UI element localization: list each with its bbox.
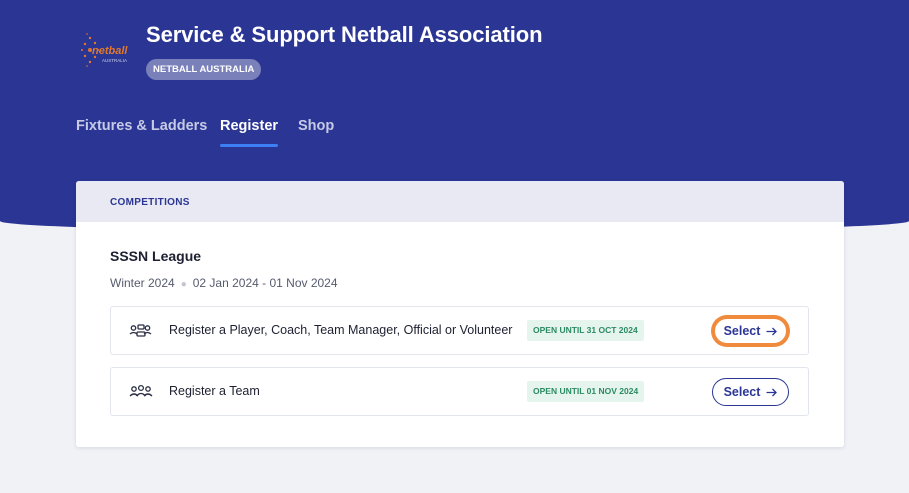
nav-register-label: Register [220, 118, 279, 134]
nav-active-underline [220, 144, 279, 147]
registration-label: Register a Team [169, 384, 260, 398]
nav-fixtures-ladders[interactable]: Fixtures & Ladders [76, 118, 207, 144]
organisation-title: Service & Support Netball Association [146, 22, 543, 47]
competitions-header: COMPETITIONS [76, 181, 844, 222]
select-button[interactable]: Select [714, 318, 787, 344]
registration-label: Register a Player, Coach, Team Manager, … [169, 323, 513, 337]
arrow-right-icon [766, 327, 778, 335]
status-badge: OPEN UNTIL 01 NOV 2024 [527, 381, 645, 402]
select-button-label: Select [723, 324, 761, 338]
status-badge: OPEN UNTIL 31 OCT 2024 [527, 320, 644, 341]
registration-row-individual: Register a Player, Coach, Team Manager, … [110, 306, 809, 355]
separator-dot: ● [180, 279, 187, 290]
netball-australia-logo: netball AUSTRALIA [78, 28, 130, 74]
competition-meta: Winter 2024 ● 02 Jan 2024 - 01 Nov 2024 [110, 276, 338, 290]
nav-shop[interactable]: Shop [298, 118, 334, 144]
select-button[interactable]: Select [712, 378, 789, 406]
competitions-card: COMPETITIONS SSSN League Winter 2024 ● 02 … [76, 181, 844, 447]
competition-name: SSSN League [110, 248, 202, 264]
people-individual-icon [129, 321, 153, 341]
registration-row-team: Register a Team OPEN UNTIL 01 NOV 2024 S… [110, 367, 809, 416]
svg-text:AUSTRALIA: AUSTRALIA [102, 58, 127, 63]
team-group-icon [129, 382, 153, 402]
arrow-right-icon [766, 388, 778, 396]
nav-register[interactable]: Register [220, 118, 279, 147]
svg-text:netball: netball [92, 45, 128, 57]
select-button-label: Select [723, 385, 761, 399]
competition-dates: 02 Jan 2024 - 01 Nov 2024 [192, 276, 338, 290]
organisation-badge: NETBALL AUSTRALIA [146, 59, 262, 80]
competition-season: Winter 2024 [110, 276, 175, 290]
